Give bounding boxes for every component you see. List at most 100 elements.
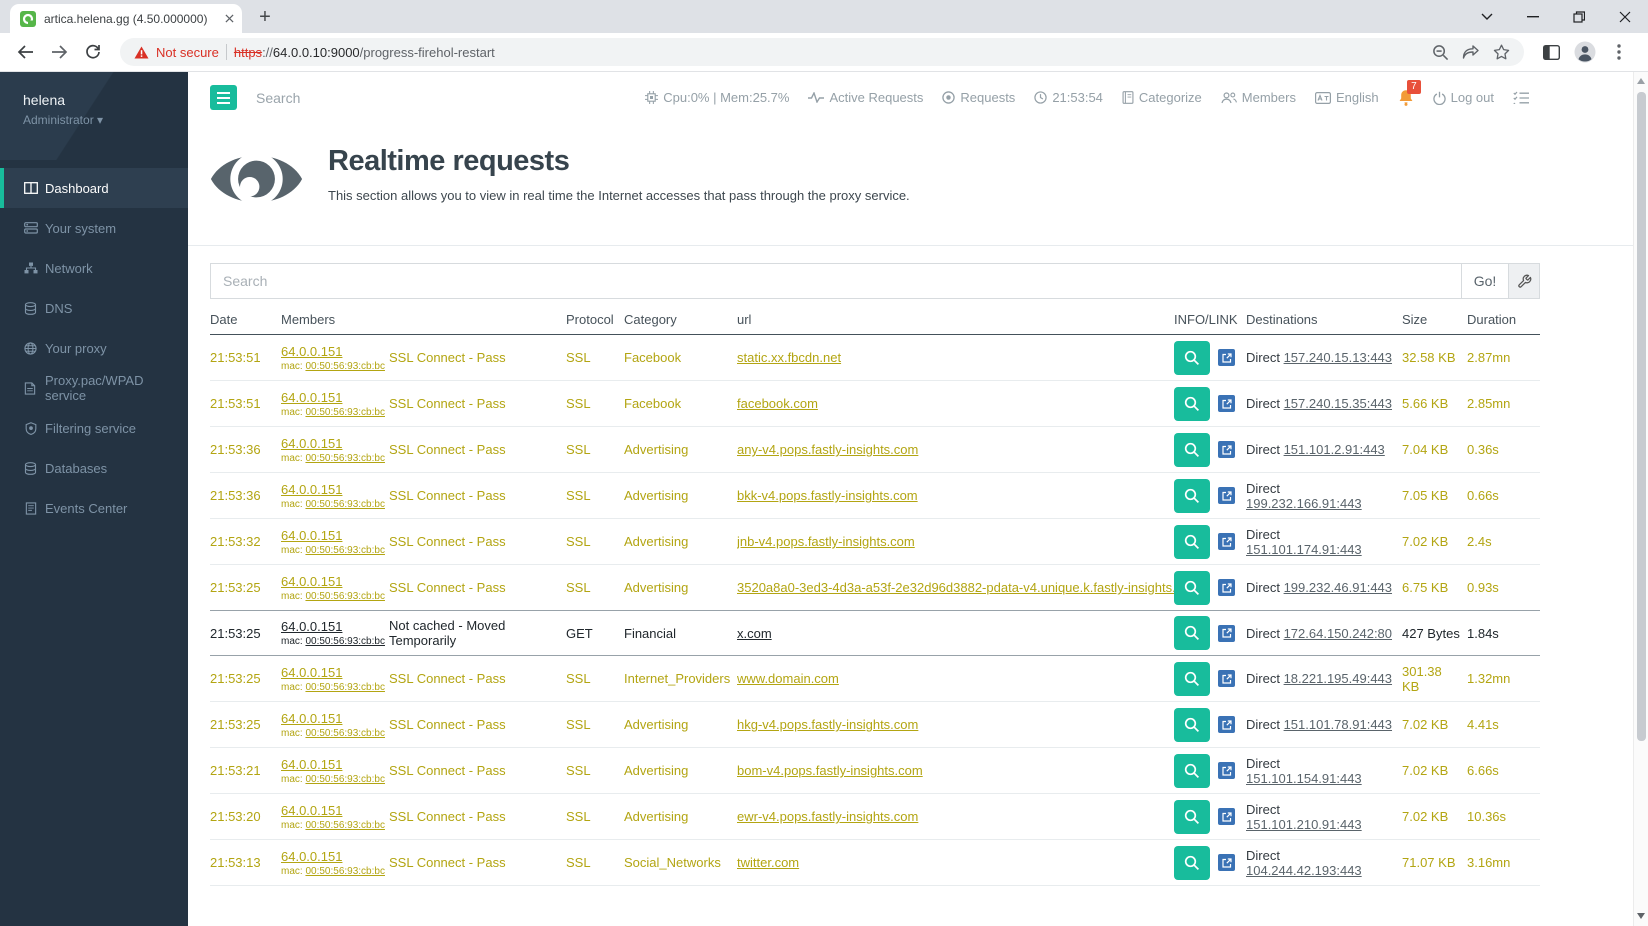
sidebar-item-your-system[interactable]: Your system (0, 208, 188, 248)
member-ip-link[interactable]: 64.0.0.151 (281, 849, 342, 864)
url-link[interactable]: bkk-v4.pops.fastly-insights.com (737, 488, 918, 503)
row-search-button[interactable] (1174, 753, 1210, 788)
member-ip-link[interactable]: 64.0.0.151 (281, 803, 342, 818)
row-search-button[interactable] (1174, 845, 1210, 880)
member-ip-link[interactable]: 64.0.0.151 (281, 390, 342, 405)
destination-link[interactable]: 157.240.15.13:443 (1284, 350, 1392, 365)
row-external-link-button[interactable] (1218, 624, 1235, 642)
scrollbar-down-arrow[interactable] (1637, 913, 1645, 919)
destination-link[interactable]: 199.232.46.91:443 (1284, 580, 1392, 595)
sidebar-item-dns[interactable]: DNS (0, 288, 188, 328)
restore-icon[interactable] (1556, 0, 1602, 33)
row-search-button[interactable] (1174, 707, 1210, 742)
destination-link[interactable]: 199.232.166.91:443 (1246, 496, 1362, 511)
categorize-button[interactable]: Categorize (1122, 90, 1202, 105)
language-selector[interactable]: English (1314, 90, 1379, 105)
url-link[interactable]: bom-v4.pops.fastly-insights.com (737, 763, 923, 778)
minimize-icon[interactable] (1510, 0, 1556, 33)
mac-link[interactable]: 00:50:56:93:cb:bc (305, 591, 385, 602)
sidebar-item-databases[interactable]: Databases (0, 448, 188, 488)
page-scrollbar[interactable] (1633, 72, 1648, 926)
mac-link[interactable]: 00:50:56:93:cb:bc (305, 682, 385, 693)
destination-link[interactable]: 172.64.150.242:80 (1284, 626, 1392, 641)
row-external-link-button[interactable] (1218, 716, 1235, 733)
sidebar-item-proxy-pac[interactable]: Proxy.pac/WPAD service (0, 368, 188, 408)
row-external-link-button[interactable] (1218, 762, 1235, 779)
user-role-dropdown[interactable]: Administrator ▾ (23, 113, 188, 127)
destination-link[interactable]: 151.101.154.91:443 (1246, 771, 1362, 786)
url-link[interactable]: any-v4.pops.fastly-insights.com (737, 442, 918, 457)
row-external-link-button[interactable] (1218, 395, 1235, 412)
destination-link[interactable]: 151.101.2.91:443 (1284, 442, 1385, 457)
url-link[interactable]: twitter.com (737, 855, 799, 870)
row-search-button[interactable] (1174, 524, 1210, 559)
bookmark-star-icon[interactable] (1493, 44, 1510, 60)
profile-avatar[interactable] (1570, 37, 1600, 67)
browser-tab[interactable]: artica.helena.gg (4.50.000000) (10, 4, 242, 33)
member-ip-link[interactable]: 64.0.0.151 (281, 436, 342, 451)
hamburger-menu-button[interactable] (210, 85, 237, 110)
mac-link[interactable]: 00:50:56:93:cb:bc (305, 499, 385, 510)
destination-link[interactable]: 151.101.78.91:443 (1284, 717, 1392, 732)
back-icon[interactable] (10, 37, 40, 67)
destination-link[interactable]: 151.101.210.91:443 (1246, 817, 1362, 832)
task-list-icon[interactable] (1513, 91, 1529, 104)
mac-link[interactable]: 00:50:56:93:cb:bc (305, 774, 385, 785)
row-search-button[interactable] (1174, 340, 1210, 375)
url-link[interactable]: jnb-v4.pops.fastly-insights.com (737, 534, 915, 549)
topbar-search-input[interactable] (256, 89, 426, 106)
member-ip-link[interactable]: 64.0.0.151 (281, 665, 342, 680)
browser-kebab-menu-icon[interactable] (1604, 37, 1634, 67)
url-link[interactable]: ewr-v4.pops.fastly-insights.com (737, 809, 918, 824)
address-bar[interactable]: Not secure https://64.0.0.10:9000/progre… (120, 38, 1524, 66)
mac-link[interactable]: 00:50:56:93:cb:bc (305, 636, 385, 647)
go-button[interactable]: Go! (1462, 263, 1509, 299)
sidebar-item-your-proxy[interactable]: Your proxy (0, 328, 188, 368)
forward-icon[interactable] (44, 37, 74, 67)
sidebar-item-network[interactable]: Network (0, 248, 188, 288)
url-link[interactable]: static.xx.fbcdn.net (737, 350, 841, 365)
row-external-link-button[interactable] (1218, 670, 1235, 687)
row-search-button[interactable] (1174, 799, 1210, 834)
row-search-button[interactable] (1174, 478, 1210, 513)
url-link[interactable]: x.com (737, 626, 772, 641)
url-link[interactable]: www.domain.com (737, 671, 839, 686)
row-search-button[interactable] (1174, 386, 1210, 421)
sidebar-item-filtering-service[interactable]: Filtering service (0, 408, 188, 448)
logout-button[interactable]: Log out (1432, 90, 1494, 105)
row-search-button[interactable] (1174, 570, 1210, 605)
requests-button[interactable]: Requests (942, 90, 1015, 105)
settings-wrench-button[interactable] (1509, 263, 1540, 299)
scrollbar-thumb[interactable] (1636, 92, 1646, 742)
member-ip-link[interactable]: 64.0.0.151 (281, 574, 342, 589)
destination-link[interactable]: 104.244.42.193:443 (1246, 863, 1362, 878)
mac-link[interactable]: 00:50:56:93:cb:bc (305, 407, 385, 418)
member-ip-link[interactable]: 64.0.0.151 (281, 482, 342, 497)
reload-icon[interactable] (78, 37, 108, 67)
sidebar-item-dashboard[interactable]: Dashboard (0, 168, 188, 208)
browser-menu-chevron-icon[interactable] (1464, 0, 1510, 33)
row-external-link-button[interactable] (1218, 579, 1235, 596)
scrollbar-up-arrow[interactable] (1637, 78, 1645, 84)
url-link[interactable]: hkg-v4.pops.fastly-insights.com (737, 717, 918, 732)
notifications-bell-icon[interactable]: 7 (1398, 80, 1421, 106)
mac-link[interactable]: 00:50:56:93:cb:bc (305, 820, 385, 831)
mac-link[interactable]: 00:50:56:93:cb:bc (305, 866, 385, 877)
row-search-button[interactable] (1174, 661, 1210, 696)
url-link[interactable]: 3520a8a0-3ed3-4d3a-a53f-2e32d96d3882-pda… (737, 580, 1174, 595)
share-icon[interactable] (1462, 44, 1480, 60)
destination-link[interactable]: 151.101.174.91:443 (1246, 542, 1362, 557)
close-window-icon[interactable] (1602, 0, 1648, 33)
row-search-button[interactable] (1174, 616, 1210, 650)
side-panel-icon[interactable] (1536, 37, 1566, 67)
mac-link[interactable]: 00:50:56:93:cb:bc (305, 728, 385, 739)
destination-link[interactable]: 157.240.15.35:443 (1284, 396, 1392, 411)
members-button[interactable]: Members (1221, 90, 1296, 105)
row-external-link-button[interactable] (1218, 349, 1235, 366)
member-ip-link[interactable]: 64.0.0.151 (281, 344, 342, 359)
sidebar-item-events-center[interactable]: Events Center (0, 488, 188, 528)
member-ip-link[interactable]: 64.0.0.151 (281, 619, 342, 634)
member-ip-link[interactable]: 64.0.0.151 (281, 711, 342, 726)
member-ip-link[interactable]: 64.0.0.151 (281, 528, 342, 543)
row-external-link-button[interactable] (1218, 441, 1235, 458)
